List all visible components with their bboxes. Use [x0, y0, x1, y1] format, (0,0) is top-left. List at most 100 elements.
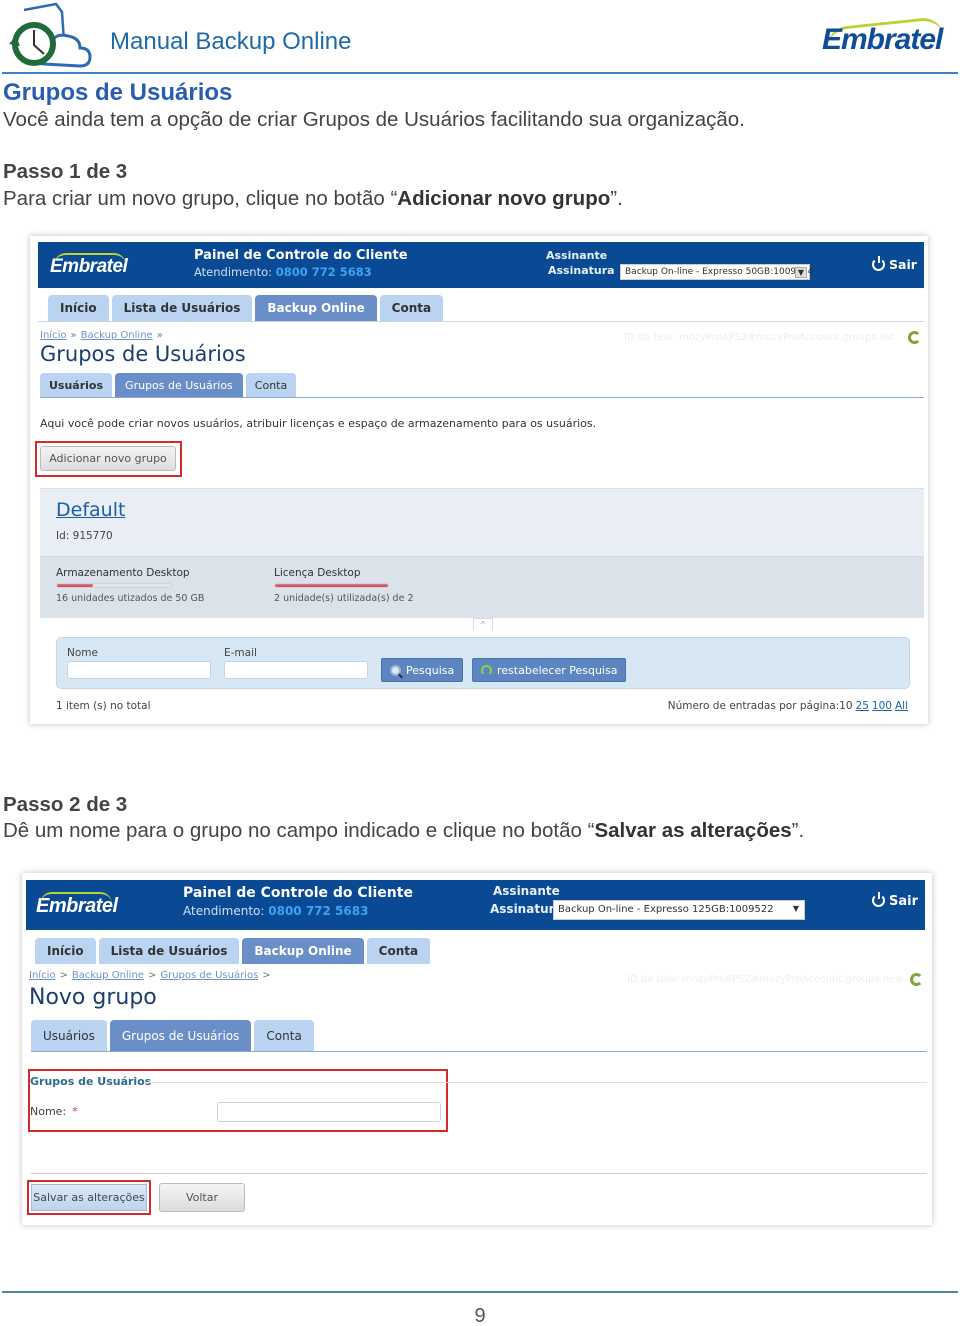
help-text: Aqui você pode criar novos usuários, atr…: [40, 417, 597, 430]
license-progress-bar: [274, 583, 389, 588]
tab-lista-usuarios[interactable]: Lista de Usuários: [98, 938, 240, 964]
tab-conta[interactable]: Conta: [366, 938, 431, 964]
storage-note: 16 unidades utizados de 50 GB: [56, 593, 205, 604]
breadcrumb-inicio[interactable]: Início: [29, 970, 55, 981]
sub-tabs: Usuários Grupos de Usuários Conta: [31, 1020, 314, 1051]
subscription-label: Assinatura: [490, 902, 563, 916]
intro-text: Você ainda tem a opção de criar Grupos d…: [3, 108, 745, 131]
collapse-toggle[interactable]: ^: [473, 618, 493, 630]
page-heading: Grupos de Usuários: [40, 342, 246, 366]
email-search-input[interactable]: [224, 661, 368, 679]
breadcrumb: Início» Backup Online»: [40, 330, 163, 341]
storage-label: Armazenamento Desktop: [56, 567, 190, 579]
search-icon: [390, 664, 401, 676]
chevron-up-icon: ^: [481, 620, 485, 629]
name-search-input[interactable]: [67, 661, 211, 679]
tab-inicio[interactable]: Início: [48, 295, 109, 321]
search-button[interactable]: Pesquisa: [381, 658, 464, 682]
document-header: Manual Backup Online Embratel: [0, 0, 960, 75]
embratel-logo: Embratel: [820, 15, 945, 60]
search-panel: Nome E-mail Pesquisa restabelecer Pesqui…: [56, 637, 910, 689]
embratel-brand: Embratel: [36, 892, 118, 917]
save-changes-button[interactable]: Salvar as alterações: [31, 1184, 147, 1211]
group-id: Id: 915770: [56, 530, 113, 542]
group-name-input[interactable]: [217, 1102, 441, 1122]
breadcrumb: Início > Backup Online > Grupos de Usuários >: [29, 970, 271, 981]
screen-id: ID da tela: mozyProAPS2#mozyProAccount.g…: [627, 974, 904, 985]
section-title: Grupos de Usuários: [3, 79, 233, 106]
license-note: 2 unidade(s) utilizada(s) de 2: [274, 593, 414, 604]
screen-id: ID da tela: mozyProAPS2#mozyProAccount.g…: [624, 332, 895, 343]
license-progress-fill: [275, 584, 388, 587]
screenshot-step1: Embratel Painel de Controle do Cliente A…: [30, 236, 928, 724]
tab-inicio[interactable]: Início: [35, 938, 96, 964]
logout-button[interactable]: Sair: [872, 256, 917, 272]
subscriber-label: Assinante: [493, 884, 560, 898]
group-card: Default Id: 915770: [40, 488, 924, 556]
tab-lista-usuarios[interactable]: Lista de Usuários: [111, 295, 253, 321]
sub-tabs: Usuários Grupos de Usuários Conta: [40, 373, 297, 397]
backup-cloud-clock-icon: [9, 2, 92, 68]
step2-title: Passo 2 de 3: [3, 793, 128, 816]
tab-backup-online[interactable]: Backup Online: [255, 295, 377, 321]
per-page-100[interactable]: 100: [872, 700, 892, 712]
breadcrumb-inicio[interactable]: Início: [40, 330, 66, 341]
refresh-icon[interactable]: [910, 973, 923, 986]
fieldset-legend: Grupos de Usuários: [30, 1075, 152, 1088]
subtab-usuarios[interactable]: Usuários: [31, 1020, 107, 1051]
breadcrumb-grupos[interactable]: Grupos de Usuários: [160, 970, 258, 981]
per-page-selector: Número de entradas por página:10 25 100 All: [667, 700, 908, 712]
refresh-icon[interactable]: [908, 331, 921, 344]
breadcrumb-backup-online[interactable]: Backup Online: [81, 330, 153, 341]
subscriber-label: Assinante: [546, 249, 608, 262]
name-label: Nome: [67, 647, 98, 659]
subscription-select[interactable]: Backup On-line - Expresso 125GB:1009522 ▼: [553, 900, 805, 920]
per-page-all[interactable]: All: [895, 700, 908, 712]
logout-button[interactable]: Sair: [872, 892, 918, 909]
panel-title: Painel de Controle do Cliente: [194, 248, 408, 263]
footer-divider: [2, 1291, 958, 1293]
step1-title: Passo 1 de 3: [3, 160, 128, 183]
screenshot-step2: Embratel Painel de Controle do Cliente A…: [22, 873, 932, 1225]
total-items: 1 item (s) no total: [56, 700, 151, 712]
panel-title: Painel de Controle do Cliente: [183, 885, 413, 901]
page-number: 9: [474, 1305, 486, 1326]
quota-panel: Armazenamento Desktop 16 unidades utizad…: [40, 556, 924, 618]
main-tabs: Início Lista de Usuários Backup Online C…: [35, 938, 431, 964]
support-line: Atendimento: 0800 772 5683: [183, 904, 369, 918]
storage-progress-bar: [56, 583, 172, 588]
reset-search-button[interactable]: restabelecer Pesquisa: [472, 658, 627, 682]
subscription-label: Assinatura: [548, 264, 615, 277]
email-label: E-mail: [224, 647, 257, 659]
group-name-link[interactable]: Default: [56, 499, 125, 521]
subtab-grupos[interactable]: Grupos de Usuários: [115, 373, 243, 397]
step2-text: Dê um nome para o grupo no campo indicad…: [3, 819, 805, 842]
main-tabs: Início Lista de Usuários Backup Online C…: [48, 295, 444, 321]
tab-conta[interactable]: Conta: [379, 295, 444, 321]
power-icon: [872, 892, 885, 907]
embratel-brand: Embratel: [50, 253, 128, 277]
control-panel-banner: Embratel Painel de Controle do Cliente A…: [26, 880, 925, 930]
license-label: Licença Desktop: [274, 567, 361, 579]
storage-progress-fill: [57, 584, 94, 587]
chevron-down-icon: ▼: [795, 267, 807, 278]
group-name-label: Nome: *: [30, 1105, 78, 1118]
breadcrumb-backup-online[interactable]: Backup Online: [72, 970, 144, 981]
header-divider: [2, 72, 958, 74]
page-heading: Novo grupo: [29, 985, 157, 1010]
reset-icon: [481, 664, 492, 676]
back-button[interactable]: Voltar: [159, 1183, 245, 1212]
step1-text: Para criar um novo grupo, clique no botã…: [3, 187, 623, 210]
subscription-select[interactable]: Backup On-line - Expresso 50GB:1009344 ▼: [620, 264, 813, 280]
subtab-conta[interactable]: Conta: [245, 373, 297, 397]
add-group-button[interactable]: Adicionar novo grupo: [40, 446, 176, 471]
power-icon: [872, 256, 885, 271]
subtab-conta[interactable]: Conta: [254, 1020, 314, 1051]
per-page-25[interactable]: 25: [856, 700, 869, 712]
tab-backup-online[interactable]: Backup Online: [242, 938, 364, 964]
chevron-down-icon: ▼: [792, 904, 800, 913]
support-line: Atendimento: 0800 772 5683: [194, 265, 372, 279]
subtab-usuarios[interactable]: Usuários: [40, 373, 113, 397]
subtab-grupos[interactable]: Grupos de Usuários: [109, 1020, 252, 1051]
control-panel-banner: Embratel Painel de Controle do Cliente A…: [38, 242, 924, 288]
